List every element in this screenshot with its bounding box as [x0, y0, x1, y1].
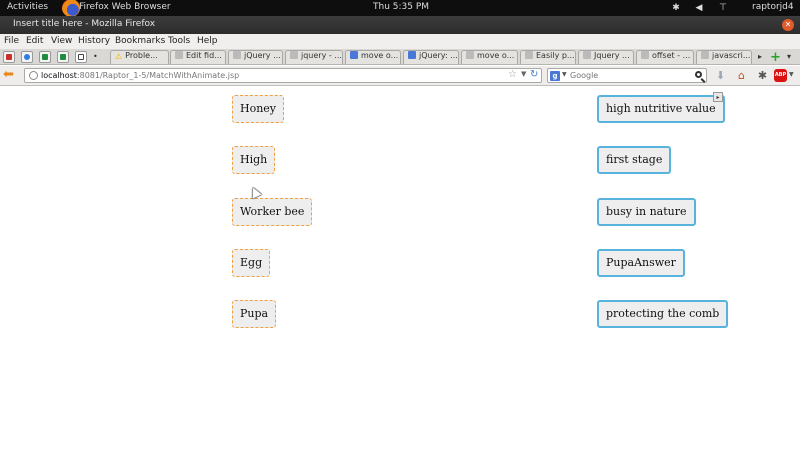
- tab-3[interactable]: jQuery ...: [228, 50, 283, 64]
- page-icon: [583, 51, 591, 59]
- menu-tools[interactable]: Tools: [168, 36, 190, 46]
- tab-scroll-right-icon[interactable]: ▸: [758, 52, 762, 61]
- app-tab-chrome[interactable]: [21, 51, 33, 63]
- page-icon: [641, 51, 649, 59]
- page-icon: [701, 51, 709, 59]
- right-item-protecting-the-comb[interactable]: protecting the comb: [597, 300, 729, 328]
- menu-help[interactable]: Help: [197, 36, 218, 46]
- chevron-down-icon[interactable]: ▼: [521, 70, 526, 78]
- tab-7[interactable]: move o...: [461, 50, 518, 64]
- addon-icon[interactable]: ✱: [755, 68, 770, 83]
- menu-file[interactable]: File: [4, 36, 19, 46]
- app-tab-sheets-1[interactable]: [39, 51, 51, 63]
- search-bar: g ▼: [547, 68, 707, 83]
- list-all-tabs-icon[interactable]: ▾: [787, 52, 791, 61]
- reload-icon[interactable]: ↻: [530, 69, 538, 80]
- chrome-icon: [24, 54, 30, 60]
- menu-history[interactable]: History: [78, 36, 110, 46]
- menu-bookmarks[interactable]: Bookmarks: [115, 36, 165, 46]
- left-item-high[interactable]: High: [232, 146, 276, 174]
- back-arrow-icon[interactable]: ⬅: [3, 68, 14, 82]
- app-menu[interactable]: Firefox Web Browser: [79, 2, 171, 12]
- sheets-icon: [60, 54, 66, 60]
- gmail-icon: [6, 54, 12, 60]
- page-icon: [175, 51, 183, 59]
- navigation-bar: ⬅ localhost:8081/Raptor_1-5/MatchWithAni…: [0, 66, 800, 86]
- menu-edit[interactable]: Edit: [26, 36, 43, 46]
- clock[interactable]: Thu 5:35 PM: [373, 2, 429, 12]
- volume-icon[interactable]: ◀: [694, 3, 704, 13]
- user-menu[interactable]: raptorjd4: [752, 2, 794, 12]
- top-panel: Activities Firefox Web Browser Thu 5:35 …: [0, 0, 800, 17]
- tab-2[interactable]: Edit fid...: [170, 50, 226, 64]
- google-icon: [350, 51, 358, 59]
- firefox-icon: [62, 0, 80, 17]
- accessibility-icon[interactable]: ✱: [671, 3, 681, 13]
- close-icon[interactable]: ✕: [782, 19, 794, 31]
- page-icon: [408, 51, 416, 59]
- tab-4[interactable]: jquery - ...: [285, 50, 343, 64]
- right-item-high-nutritive-value[interactable]: high nutritive value: [597, 95, 725, 123]
- tab-strip: • ⚠ Proble... Edit fid... jQuery ... jque…: [0, 49, 800, 65]
- menu-bar: File Edit View History Bookmarks Tools H…: [0, 34, 800, 49]
- page-content: Honey High Worker bee Egg Pupa high nutr…: [0, 87, 800, 449]
- globe-icon: [29, 71, 38, 80]
- tab-11[interactable]: javascri...: [696, 50, 752, 64]
- search-input[interactable]: [570, 70, 688, 81]
- download-icon[interactable]: ⬇: [713, 68, 728, 83]
- page-icon: [290, 51, 298, 59]
- left-item-worker-bee[interactable]: Worker bee: [232, 198, 313, 226]
- network-icon[interactable]: ⊤: [718, 3, 728, 13]
- left-item-honey[interactable]: Honey: [232, 95, 285, 123]
- search-engine-icon[interactable]: g: [550, 71, 560, 81]
- menu-view[interactable]: View: [51, 36, 72, 46]
- tab-5[interactable]: move o...: [345, 50, 401, 64]
- right-item-first-stage[interactable]: first stage: [597, 146, 672, 174]
- new-tab-button[interactable]: +: [770, 50, 781, 65]
- image-icon: [78, 54, 84, 60]
- chevron-down-icon[interactable]: ▼: [789, 71, 794, 78]
- expand-arrow-icon[interactable]: ▸: [713, 92, 723, 102]
- search-icon[interactable]: [695, 71, 702, 78]
- home-icon[interactable]: ⌂: [734, 68, 749, 83]
- page-icon: [525, 51, 533, 59]
- url-text[interactable]: localhost:8081/Raptor_1-5/MatchWithAnima…: [41, 71, 239, 80]
- activities-button[interactable]: Activities: [7, 2, 48, 12]
- warning-icon: ⚠: [115, 52, 123, 61]
- page-icon: [233, 51, 241, 59]
- right-item-pupa-answer[interactable]: PupaAnswer: [597, 249, 685, 277]
- right-item-busy-in-nature[interactable]: busy in nature: [597, 198, 696, 226]
- tab-1[interactable]: ⚠ Proble...: [110, 50, 169, 64]
- tab-6[interactable]: jQuery: ...: [403, 50, 459, 64]
- page-icon: [466, 51, 474, 59]
- app-tab-active[interactable]: [75, 51, 87, 63]
- url-bar[interactable]: localhost:8081/Raptor_1-5/MatchWithAnima…: [24, 68, 542, 83]
- app-tab-sheets-2[interactable]: [57, 51, 69, 63]
- tab-8[interactable]: Easily p...: [520, 50, 576, 64]
- tab-dot-icon: •: [93, 52, 98, 61]
- left-item-pupa[interactable]: Pupa: [232, 300, 277, 328]
- mouse-cursor-icon: [248, 185, 262, 199]
- star-icon[interactable]: ☆: [508, 69, 517, 80]
- app-tab-gmail[interactable]: [3, 51, 15, 63]
- left-item-egg[interactable]: Egg: [232, 249, 271, 277]
- window-title: Insert title here - Mozilla Firefox: [13, 19, 156, 29]
- adblock-icon[interactable]: ABP: [774, 69, 787, 82]
- tab-9[interactable]: Jquery ...: [578, 50, 634, 64]
- chevron-down-icon[interactable]: ▼: [562, 71, 567, 78]
- tab-10[interactable]: offset - ...: [636, 50, 694, 64]
- window-titlebar: Insert title here - Mozilla Firefox ✕: [0, 16, 800, 34]
- sheets-icon: [42, 54, 48, 60]
